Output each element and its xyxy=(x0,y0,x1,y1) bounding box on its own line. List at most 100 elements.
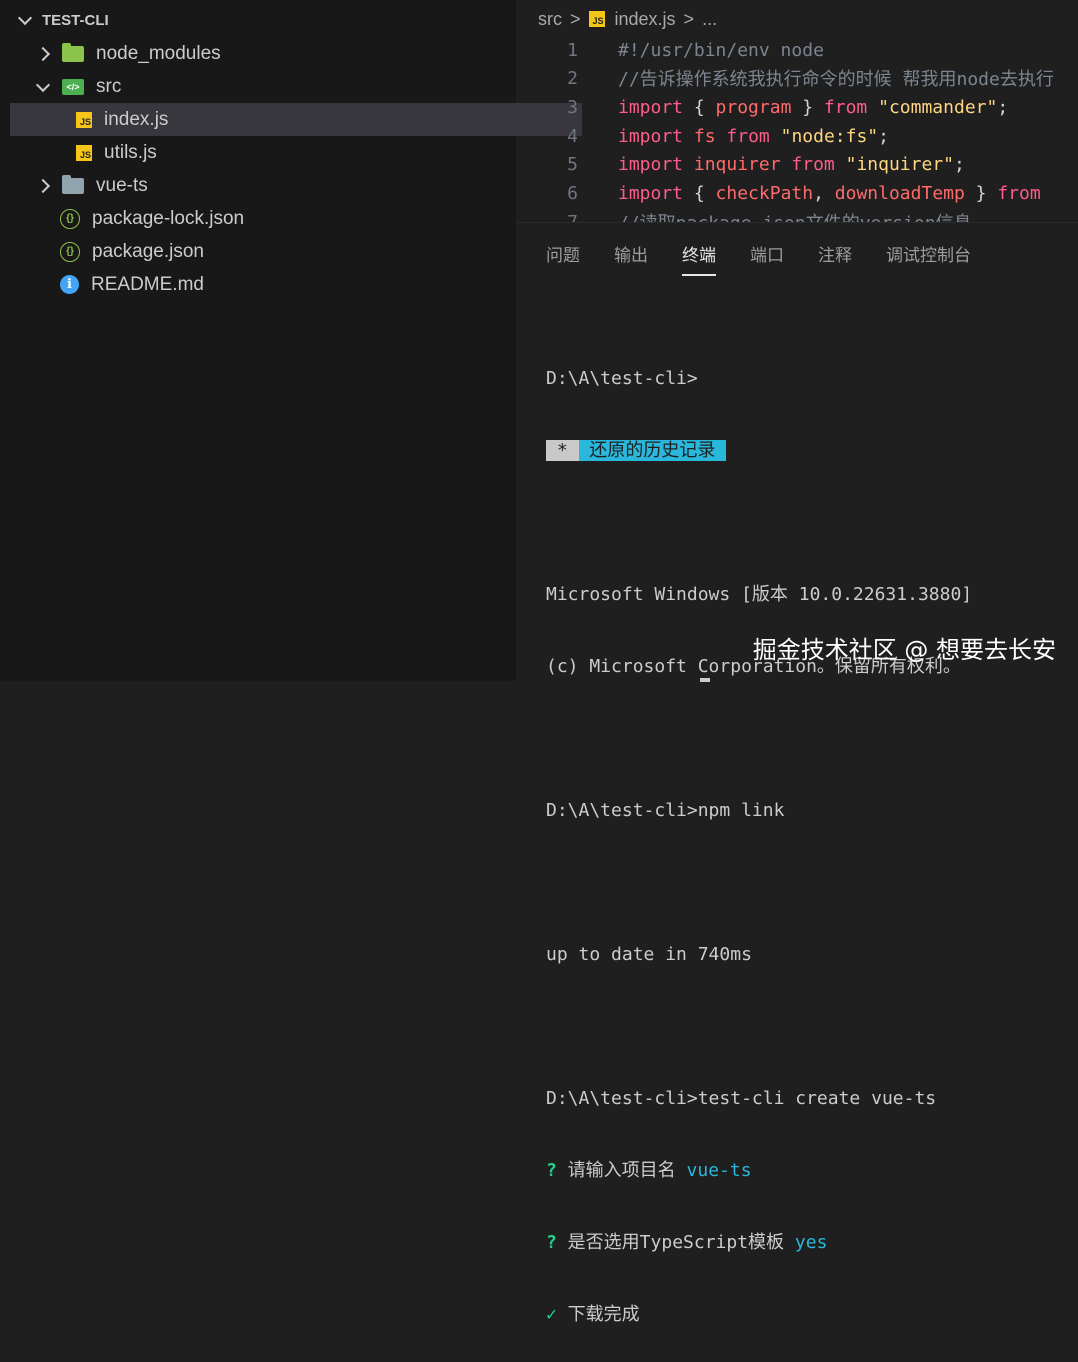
tab-output[interactable]: 输出 xyxy=(614,237,648,276)
code-keyword: import xyxy=(618,153,684,175)
tab-terminal[interactable]: 终端 xyxy=(682,237,716,276)
code-keyword: from xyxy=(997,182,1041,204)
code-line: 7 //读取package.json文件的version信息 xyxy=(516,208,972,223)
code-punctuation: ; xyxy=(997,96,1009,118)
code-identifier: fs xyxy=(693,125,716,147)
download-complete-text: 下载完成 xyxy=(556,1304,640,1325)
code-punctuation: ; xyxy=(878,125,889,147)
code-shebang: #!/usr/bin/env node xyxy=(618,39,824,61)
code-line: 6 import { checkPath, downloadTemp } fro… xyxy=(516,179,1041,207)
code-line: 1 #!/usr/bin/env node xyxy=(516,38,824,64)
tree-item-label: src xyxy=(96,75,122,97)
panel-tabs: 问题 输出 终端 端口 注释 调试控制台 xyxy=(546,237,1005,276)
terminal-cursor xyxy=(700,678,710,682)
explorer-title-text: TEST-CLI xyxy=(42,11,109,29)
terminal-line: ✓ 下载完成 xyxy=(546,1303,972,1327)
tab-debug-console[interactable]: 调试控制台 xyxy=(886,237,971,276)
json-file-icon: {} xyxy=(60,208,80,229)
code-identifier: downloadTemp xyxy=(834,182,965,204)
code-comment: //告诉操作系统我执行命令的时候 帮我用node去执行 xyxy=(618,69,1054,90)
code-keyword: from xyxy=(726,125,770,147)
code-line: 3 import { program } from "commander"; xyxy=(516,93,1008,121)
code-editor[interactable]: 1 #!/usr/bin/env node 2 //告诉操作系统我执行命令的时候… xyxy=(516,38,1078,223)
tab-comments[interactable]: 注释 xyxy=(818,237,852,276)
chevron-down-icon[interactable] xyxy=(17,10,33,26)
tree-item-package-lock-json[interactable]: {} package-lock.json xyxy=(10,202,544,235)
tree-item-utils-js[interactable]: JS utils.js xyxy=(10,136,582,169)
code-punctuation: , xyxy=(813,182,835,204)
checkmark-icon: ✓ xyxy=(546,1304,557,1325)
terminal-line: up to date in 740ms xyxy=(546,944,752,965)
line-number: 2 xyxy=(567,67,578,89)
tree-item-label: README.md xyxy=(91,273,204,295)
code-identifier: inquirer xyxy=(693,153,781,175)
question-mark: ? xyxy=(546,1232,557,1253)
tree-item-package-json[interactable]: {} package.json xyxy=(10,235,544,268)
watermark: 掘金技术社区 @ 想要去长安 xyxy=(752,636,1056,664)
json-file-icon: {} xyxy=(60,241,80,262)
bottom-panel: 问题 输出 终端 端口 注释 调试控制台 D:\A\test-cli> * 还原… xyxy=(516,222,1078,1325)
code-keyword: import xyxy=(618,182,684,204)
question-mark: ? xyxy=(546,1160,557,1181)
code-punctuation: { xyxy=(683,96,716,118)
code-keyword: from xyxy=(823,96,868,118)
tree-item-label: package.json xyxy=(92,240,204,262)
tree-item-readme-md[interactable]: i README.md xyxy=(10,268,544,301)
terminal-line: D:\A\test-cli> xyxy=(546,368,698,389)
folder-src-icon: </> xyxy=(62,78,84,95)
tree-item-node-modules[interactable]: node_modules xyxy=(10,37,544,70)
tree-item-label: vue-ts xyxy=(96,174,148,196)
line-number: 7 xyxy=(567,211,578,223)
terminal-blank xyxy=(546,871,972,895)
tree-item-label: index.js xyxy=(104,108,169,130)
code-comment: //读取package.json文件的version信息 xyxy=(618,209,972,222)
tree-item-src[interactable]: </> src xyxy=(10,70,544,103)
tree-item-label: package-lock.json xyxy=(92,207,245,229)
tab-problems[interactable]: 问题 xyxy=(546,237,580,276)
folder-icon xyxy=(62,174,84,194)
code-punctuation: { xyxy=(683,182,716,204)
folder-icon xyxy=(62,42,84,62)
code-identifier: program xyxy=(715,96,792,118)
terminal-line: D:\A\test-cli>npm link xyxy=(546,800,785,821)
prompt-question: 请输入项目名 xyxy=(556,1160,687,1181)
terminal-blank xyxy=(546,1015,972,1039)
tab-ports[interactable]: 端口 xyxy=(750,237,784,276)
prompt-question: 是否选用TypeScript模板 xyxy=(556,1232,795,1253)
terminal-line: D:\A\test-cli>test-cli create vue-ts xyxy=(546,1088,937,1109)
breadcrumb-file[interactable]: index.js xyxy=(615,9,676,30)
tree-item-index-js[interactable]: JS index.js xyxy=(10,103,582,136)
breadcrumb-folder[interactable]: src xyxy=(538,9,562,30)
breadcrumb: src > JS index.js > ... xyxy=(516,0,1078,38)
tree-item-label: node_modules xyxy=(96,42,221,64)
prompt-answer: yes xyxy=(794,1232,828,1253)
line-number: 6 xyxy=(567,182,578,204)
chevron-right-icon xyxy=(35,46,51,61)
terminal-line: ? 是否选用TypeScript模板 yes xyxy=(546,1231,972,1255)
info-icon: i xyxy=(60,275,79,294)
code-line: 5 import inquirer from "inquirer"; xyxy=(516,150,965,178)
line-number: 5 xyxy=(567,153,578,175)
code-string: "inquirer" xyxy=(845,153,954,175)
restore-history-label: 还原的历史记录 xyxy=(578,440,727,461)
terminal-blank xyxy=(546,511,972,535)
code-keyword: import xyxy=(618,96,684,118)
explorer-sidebar: TEST-CLI node_modules </> src JS index.j… xyxy=(0,0,582,681)
code-line: 2 //告诉操作系统我执行命令的时候 帮我用node去执行 xyxy=(516,64,1054,92)
javascript-file-icon: JS xyxy=(588,11,605,27)
chevron-down-icon xyxy=(35,77,51,92)
code-punctuation: ; xyxy=(954,153,965,175)
code-punctuation: } xyxy=(964,182,998,204)
code-keyword: from xyxy=(791,153,835,175)
terminal-output[interactable]: D:\A\test-cli> * 还原的历史记录 Microsoft Windo… xyxy=(546,319,972,1362)
line-number: 1 xyxy=(567,39,578,61)
breadcrumb-symbols[interactable]: ... xyxy=(702,9,717,30)
explorer-title[interactable]: TEST-CLI xyxy=(17,6,109,34)
prompt-answer: vue-ts xyxy=(686,1160,752,1181)
tree-item-vue-ts[interactable]: vue-ts xyxy=(10,169,544,202)
